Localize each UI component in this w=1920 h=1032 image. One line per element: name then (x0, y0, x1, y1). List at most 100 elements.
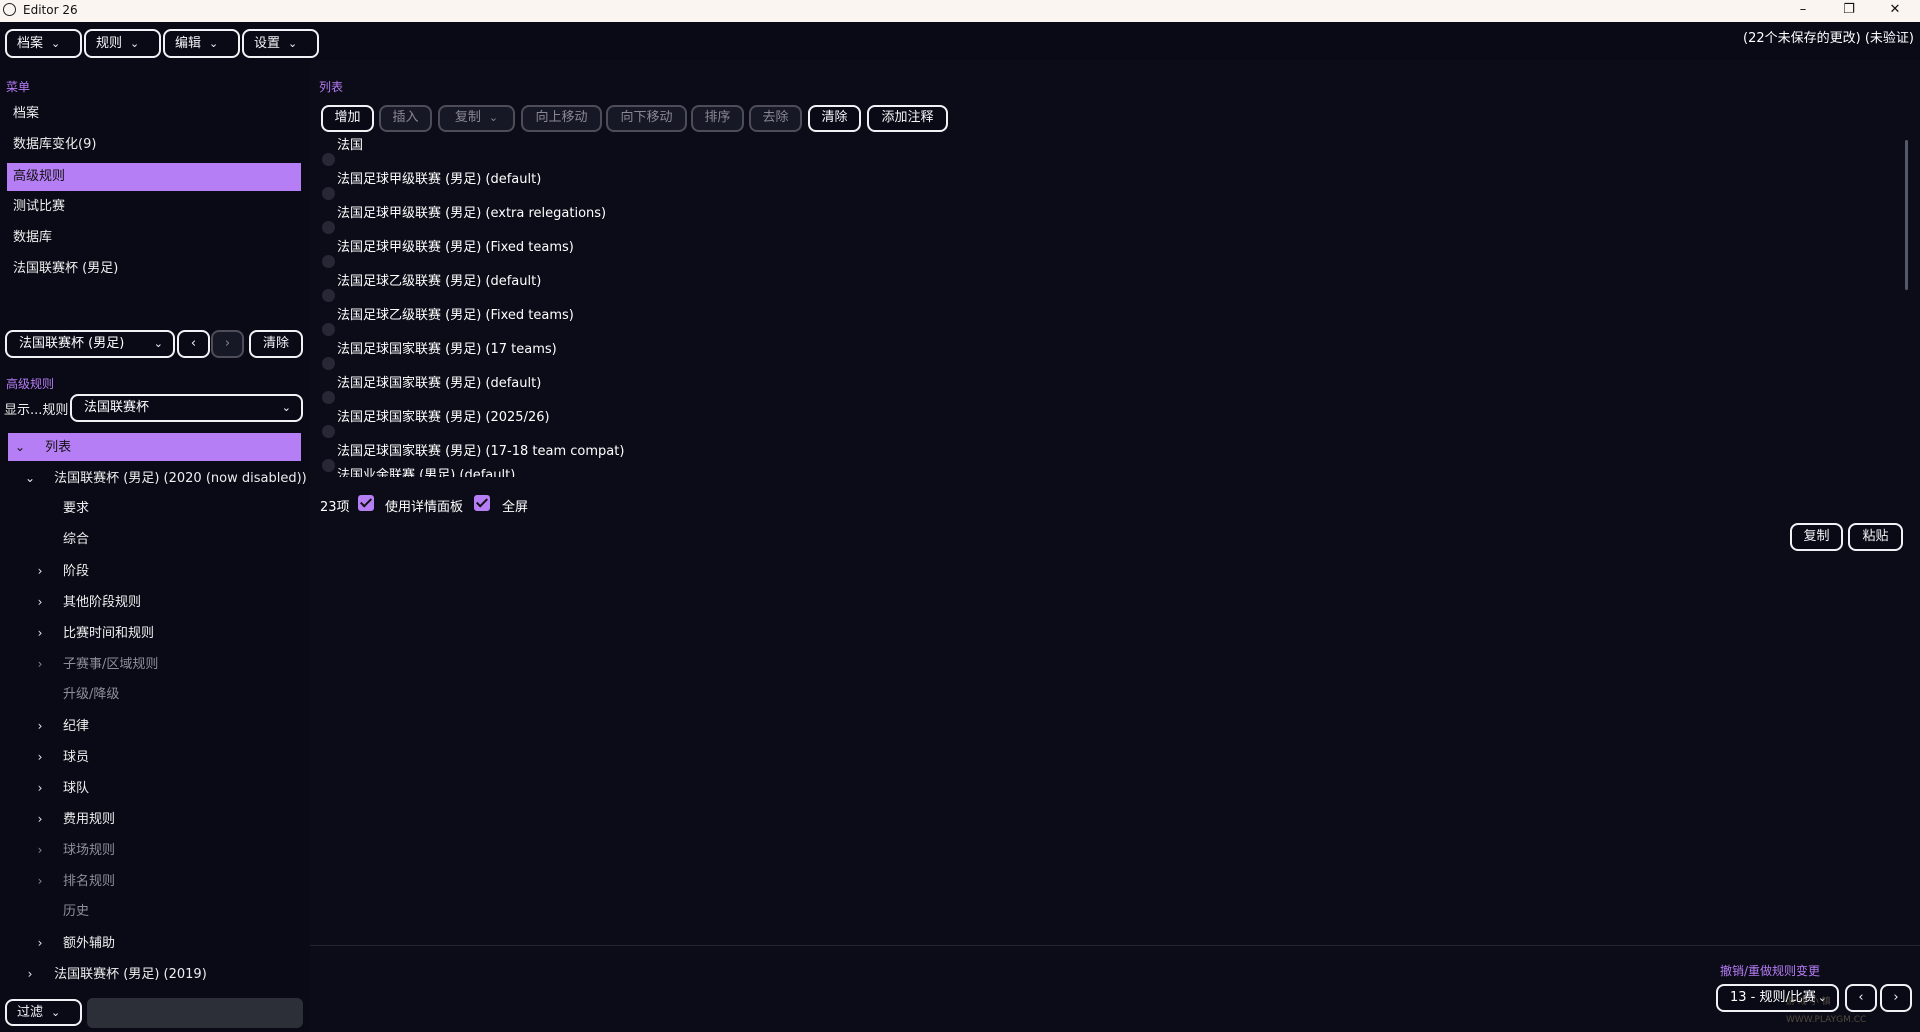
radio-icon[interactable] (322, 187, 335, 200)
chevron-down-icon: ⌄ (209, 37, 219, 50)
tree-item-label: 历史 (63, 904, 90, 919)
chevron-right-icon: › (224, 336, 231, 351)
insert-button[interactable]: 插入 (379, 105, 432, 132)
radio-icon[interactable] (322, 221, 335, 234)
move-up-button[interactable]: 向上移动 (521, 105, 602, 132)
chevron-right-icon[interactable]: › (33, 743, 47, 771)
chevron-right-icon[interactable]: › (33, 588, 47, 616)
maximize-button[interactable]: ❐ (1826, 0, 1872, 22)
copy-dropdown-button[interactable]: 复制 ⌄ (438, 105, 515, 132)
chevron-right-icon[interactable]: › (33, 774, 47, 802)
radio-icon[interactable] (322, 459, 335, 472)
minimize-button[interactable]: – (1780, 0, 1826, 22)
tree-item-players[interactable]: › 球员 (33, 743, 89, 771)
tree-item-label: 其他阶段规则 (63, 595, 142, 610)
chevron-right-icon[interactable]: › (33, 712, 47, 740)
radio-icon[interactable] (322, 391, 335, 404)
tree-item-other-stage-rules[interactable]: › 其他阶段规则 (33, 588, 141, 616)
show-rule-select[interactable]: 法国联赛杯 ⌄ (70, 394, 303, 422)
fullscreen-label: 全屏 (502, 500, 529, 515)
tree-item-label: 纪律 (63, 719, 90, 734)
clear-list-button[interactable]: 清除 (808, 105, 861, 132)
list-scrollbar[interactable] (1905, 140, 1908, 290)
close-button[interactable]: ✕ (1872, 0, 1918, 22)
remove-button[interactable]: 去除 (749, 105, 802, 132)
chevron-right-icon[interactable]: › (23, 960, 37, 988)
tree-node-2020[interactable]: ⌄ 法国联赛杯 (男足) (2020 (now disabled)) (23, 464, 307, 492)
tree-item-discipline[interactable]: › 纪律 (33, 712, 89, 740)
unsaved-status: (22个未保存的更改) (未验证) (1743, 31, 1914, 46)
move-down-button[interactable]: 向下移动 (606, 105, 687, 132)
menu-item-database[interactable]: 数据库 (7, 224, 301, 252)
tree-item-stadium-rules[interactable]: › 球场规则 (33, 836, 115, 864)
title-bar: Editor 26 – ❐ ✕ (0, 0, 1920, 22)
radio-icon[interactable] (322, 323, 335, 336)
paste-button[interactable]: 粘贴 (1848, 523, 1903, 551)
nav-prev-button[interactable]: ‹ (177, 330, 210, 358)
menu-file-button[interactable]: 档案 ⌄ (5, 29, 82, 58)
watermark-logo: 游 戏 小 镇 WWW.PLAYGM.CC (1786, 997, 1867, 1025)
chevron-down-icon: ⌄ (51, 37, 61, 50)
tree-item-history[interactable]: 历史 (33, 898, 89, 926)
tree-item-label: 阶段 (63, 564, 90, 579)
tree-item-label: 子赛事/区域规则 (63, 657, 159, 672)
chevron-right-icon[interactable]: › (33, 929, 47, 957)
clear-nav-button[interactable]: 清除 (249, 330, 303, 358)
menu-item-advanced-rules[interactable]: 高级规则 (7, 163, 301, 191)
fullscreen-checkbox[interactable] (474, 495, 490, 511)
chevron-right-icon[interactable]: › (33, 650, 47, 678)
window-title: Editor 26 (23, 3, 78, 17)
filter-button[interactable]: 过滤 ⌄ (5, 999, 82, 1026)
radio-icon[interactable] (322, 153, 335, 166)
menu-edit-button[interactable]: 编辑 ⌄ (163, 29, 240, 58)
tree-node-root-label: 列表 (45, 440, 72, 455)
radio-icon[interactable] (322, 425, 335, 438)
tree-item-fee-rules[interactable]: › 费用规则 (33, 805, 115, 833)
tree-node-2019[interactable]: › 法国联赛杯 (男足) (2019) (23, 960, 207, 988)
chevron-down-icon: ⌄ (51, 1006, 61, 1019)
tree-item-teams[interactable]: › 球队 (33, 774, 89, 802)
chevron-down-icon[interactable]: ⌄ (13, 433, 27, 461)
add-comment-button[interactable]: 添加注释 (867, 105, 948, 132)
tree-item-label: 综合 (63, 532, 90, 547)
menu-edit-label: 编辑 (175, 36, 202, 51)
copy-button[interactable]: 复制 (1790, 523, 1843, 551)
chevron-right-icon[interactable]: › (33, 805, 47, 833)
chevron-right-icon[interactable]: › (33, 836, 47, 864)
tree-item-extra-helpers[interactable]: › 额外辅助 (33, 929, 115, 957)
tree-item-match-times[interactable]: › 比赛时间和规则 (33, 619, 154, 647)
menu-settings-button[interactable]: 设置 ⌄ (242, 29, 319, 58)
advanced-section-label: 高级规则 (6, 377, 55, 391)
tree-item-requirements[interactable]: 要求 (33, 495, 89, 523)
filter-label: 过滤 (17, 1005, 44, 1020)
add-button[interactable]: 增加 (321, 105, 374, 132)
tree-item-promotion[interactable]: 升级/降级 (33, 681, 119, 709)
menu-item-league-cup[interactable]: 法国联赛杯 (男足) (7, 255, 301, 283)
detail-panel-checkbox[interactable] (358, 495, 374, 511)
menu-item-test-match[interactable]: 测试比赛 (7, 193, 301, 221)
filter-input[interactable] (87, 998, 303, 1028)
sort-button[interactable]: 排序 (691, 105, 744, 132)
left-panel: 菜单 档案 数据库变化(9) 高级规则 测试比赛 数据库 法国联赛杯 (男足) … (0, 60, 310, 1032)
tree-item-ranking-rules[interactable]: › 排名规则 (33, 867, 115, 895)
tree-node-root[interactable]: ⌄ 列表 (13, 433, 71, 461)
radio-icon[interactable] (322, 357, 335, 370)
tree-item-stages[interactable]: › 阶段 (33, 557, 89, 585)
menu-item-db-changes[interactable]: 数据库变化(9) (7, 131, 301, 159)
chevron-right-icon[interactable]: › (33, 867, 47, 895)
chevron-right-icon[interactable]: › (33, 619, 47, 647)
tree-item-sub-competition[interactable]: › 子赛事/区域规则 (33, 650, 159, 678)
radio-icon[interactable] (322, 255, 335, 268)
menu-section-label: 菜单 (6, 80, 31, 94)
competition-selector[interactable]: 法国联赛杯 (男足) ⌄ (5, 330, 175, 358)
menu-rules-button[interactable]: 规则 ⌄ (84, 29, 161, 58)
copy-dropdown-label: 复制 (454, 110, 481, 125)
chevron-down-icon[interactable]: ⌄ (23, 464, 37, 492)
tree-item-label: 球队 (63, 781, 90, 796)
nav-next-button[interactable]: › (211, 330, 244, 358)
chevron-right-icon[interactable]: › (33, 557, 47, 585)
radio-icon[interactable] (322, 289, 335, 302)
tree-item-general[interactable]: 综合 (33, 526, 89, 554)
chevron-down-icon: ⌄ (153, 337, 163, 350)
menu-item-file[interactable]: 档案 (7, 100, 301, 128)
